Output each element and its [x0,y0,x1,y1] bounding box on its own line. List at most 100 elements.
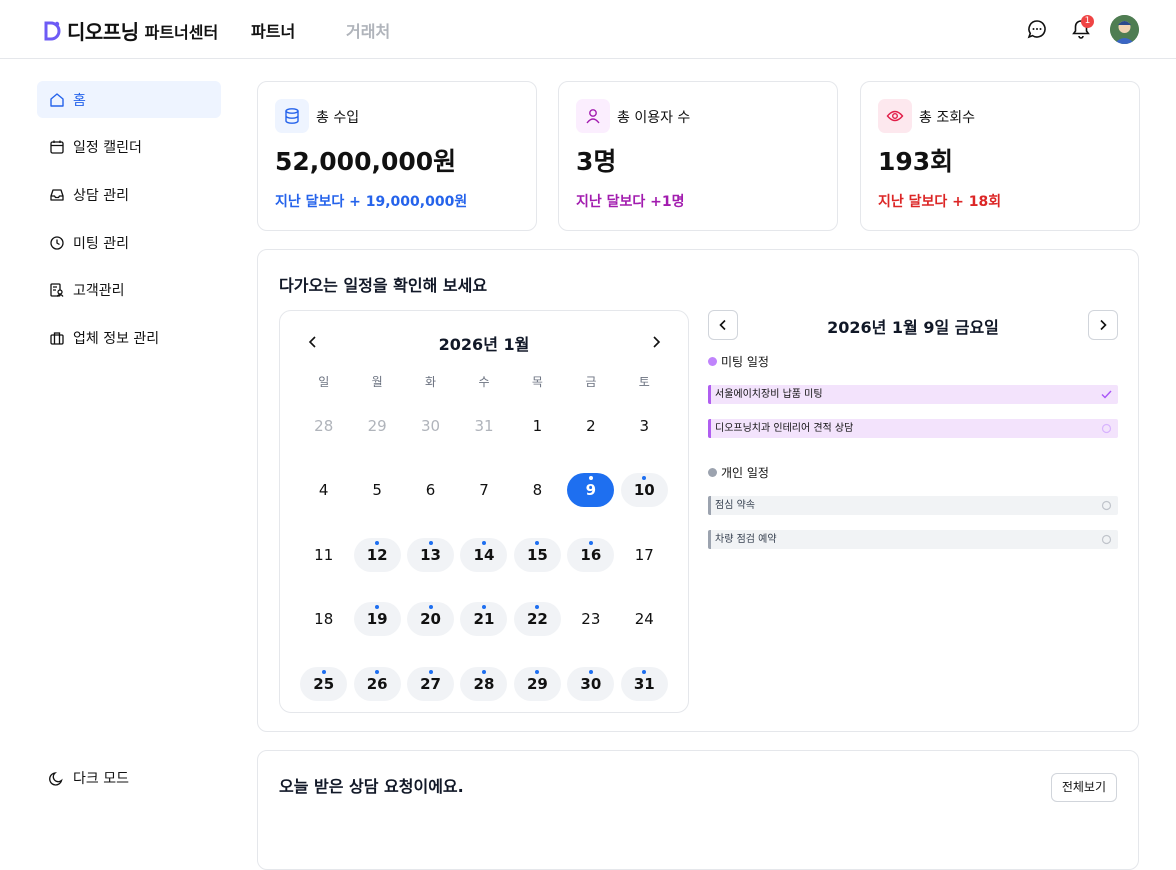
event-title: 점심 약속 [715,500,755,511]
day-number-text: 6 [425,481,436,500]
sidebar-item-home[interactable]: 홈 [37,81,221,118]
calendar-day[interactable]: 29 [511,658,564,722]
pending-circle-icon [1101,500,1112,511]
calendar-day[interactable]: 30 [404,400,457,464]
calendar-day[interactable]: 4 [297,464,350,528]
calendar-day[interactable]: 19 [350,593,403,657]
sidebar-item-company-info[interactable]: 업체 정보 관리 [37,319,221,356]
calendar-day[interactable]: 2 [564,400,617,464]
calendar-day[interactable]: 16 [564,529,617,593]
calendar-day[interactable]: 21 [457,593,510,657]
calendar-day[interactable]: 30 [564,658,617,722]
event-item[interactable]: 디오프닝치과 인테리어 견적 상담 [708,419,1118,438]
stat-label: 총 이용자 수 [617,110,691,126]
selected-date-label: 2026년 1월 9일 금요일 [827,318,999,337]
calendar-day[interactable]: 10 [618,464,671,528]
calendar-day[interactable]: 31 [618,658,671,722]
event-dot-icon [321,669,326,674]
pending-circle-icon [1101,534,1112,545]
calendar-day[interactable]: 6 [404,464,457,528]
calendar-day[interactable]: 15 [511,529,564,593]
day-number: 21 [460,602,508,637]
calendar-day[interactable]: 11 [297,529,350,593]
avatar[interactable] [1110,15,1139,44]
day-grid: 28 29 30 31 1 2 3 4 5 6 7 8 9 10 11 12 13 14 15 16 17 18 19 20 2… [297,400,671,722]
day-number-text: 2 [586,417,596,435]
event-dot-icon [481,669,486,674]
weekday-label: 금 [585,375,597,389]
calendar-day[interactable]: 27 [404,658,457,722]
calendar-day[interactable]: 17 [618,529,671,593]
calendar-day[interactable]: 14 [457,529,510,593]
chat-icon[interactable] [1026,18,1048,40]
calendar-day[interactable]: 13 [404,529,457,593]
calendar-day[interactable]: 20 [404,593,457,657]
calendar-day[interactable]: 26 [350,658,403,722]
top-bar: 디오프닝 파트너센터 파트너 거래처 1 [0,0,1176,59]
event-dot-icon [375,605,380,610]
day-number-text: 21 [473,610,495,629]
stat-label: 총 조회수 [919,110,975,126]
calendar-day[interactable]: 3 [618,400,671,464]
next-day-button[interactable] [1088,310,1118,340]
event-item[interactable]: 서울에이치장비 납품 미팅 [708,385,1118,404]
stat-card-revenue: 총 수입 52,000,000원 지난 달보다 + 19,000,000원 [257,81,537,231]
sidebar-item-meetings[interactable]: 미팅 관리 [37,224,221,261]
logo[interactable]: 디오프닝 파트너센터 [43,16,218,45]
calendar-day[interactable]: 8 [511,464,564,528]
calendar-day[interactable]: 7 [457,464,510,528]
day-number: 11 [300,538,347,572]
calendar-day[interactable]: 23 [564,593,617,657]
logo-subtitle: 파트너센터 [144,22,219,42]
sidebar-item-label: 상담 관리 [73,187,129,204]
day-number: 26 [353,666,401,701]
calendar-day[interactable]: 24 [618,593,671,657]
stat-value: 3명 [576,147,617,176]
day-number: 5 [354,473,401,507]
calendar-day[interactable]: 1 [511,400,564,464]
calendar-day[interactable]: 28 [457,658,510,722]
sidebar-item-customers[interactable]: 고객관리 [37,272,221,309]
day-number: 22 [513,602,561,637]
stat-value: 52,000,000원 [275,147,457,176]
day-number: 13 [407,537,455,572]
meeting-group-label: 미팅 일정 [721,355,769,369]
calendar-day[interactable]: 29 [350,400,403,464]
event-dot-icon [375,669,380,674]
sidebar-item-consultations[interactable]: 상담 관리 [37,176,221,213]
stat-value: 193회 [878,147,954,176]
day-number: 19 [353,602,401,637]
day-number: 20 [407,602,455,637]
chevron-right-icon[interactable] [649,335,663,349]
calendar-day-selected[interactable]: 9 [564,464,617,528]
calendar-day[interactable]: 22 [511,593,564,657]
schedule-panel: 다가오는 일정을 확인해 보세요 2026년 1월 일월화수목금토 28 29 30… [257,249,1139,732]
day-number: 29 [354,409,401,443]
event-item[interactable]: 차량 점검 예약 [708,530,1118,549]
day-number-text: 13 [420,545,441,564]
tab-partner[interactable]: 파트너 [251,18,295,42]
sidebar-item-label: 업체 정보 관리 [73,330,160,347]
sidebar-item-calendar[interactable]: 일정 캘린더 [37,129,221,166]
calendar-day[interactable]: 5 [350,464,403,528]
calendar-day[interactable]: 31 [457,400,510,464]
calendar-day[interactable]: 12 [350,529,403,593]
stat-diff: 지난 달보다 +1명 [576,194,685,210]
event-dot-icon [588,669,593,674]
calendar-day[interactable]: 28 [297,400,350,464]
calendar-day[interactable]: 25 [297,658,350,722]
calendar-day[interactable]: 18 [297,593,350,657]
day-number: 10 [620,473,668,508]
event-dot-icon [481,605,486,610]
sidebar-item-label: 홈 [73,92,86,109]
dark-mode-toggle[interactable]: 다크 모드 [49,768,129,788]
database-icon [275,99,309,133]
day-number-text: 28 [473,674,495,693]
day-number: 24 [621,602,668,636]
event-dot-icon [428,540,433,545]
tab-clients[interactable]: 거래처 [346,18,390,42]
check-icon [1101,390,1112,399]
event-dot-icon [588,540,593,545]
event-item[interactable]: 점심 약속 [708,496,1118,515]
view-all-button[interactable]: 전체보기 [1050,773,1117,802]
